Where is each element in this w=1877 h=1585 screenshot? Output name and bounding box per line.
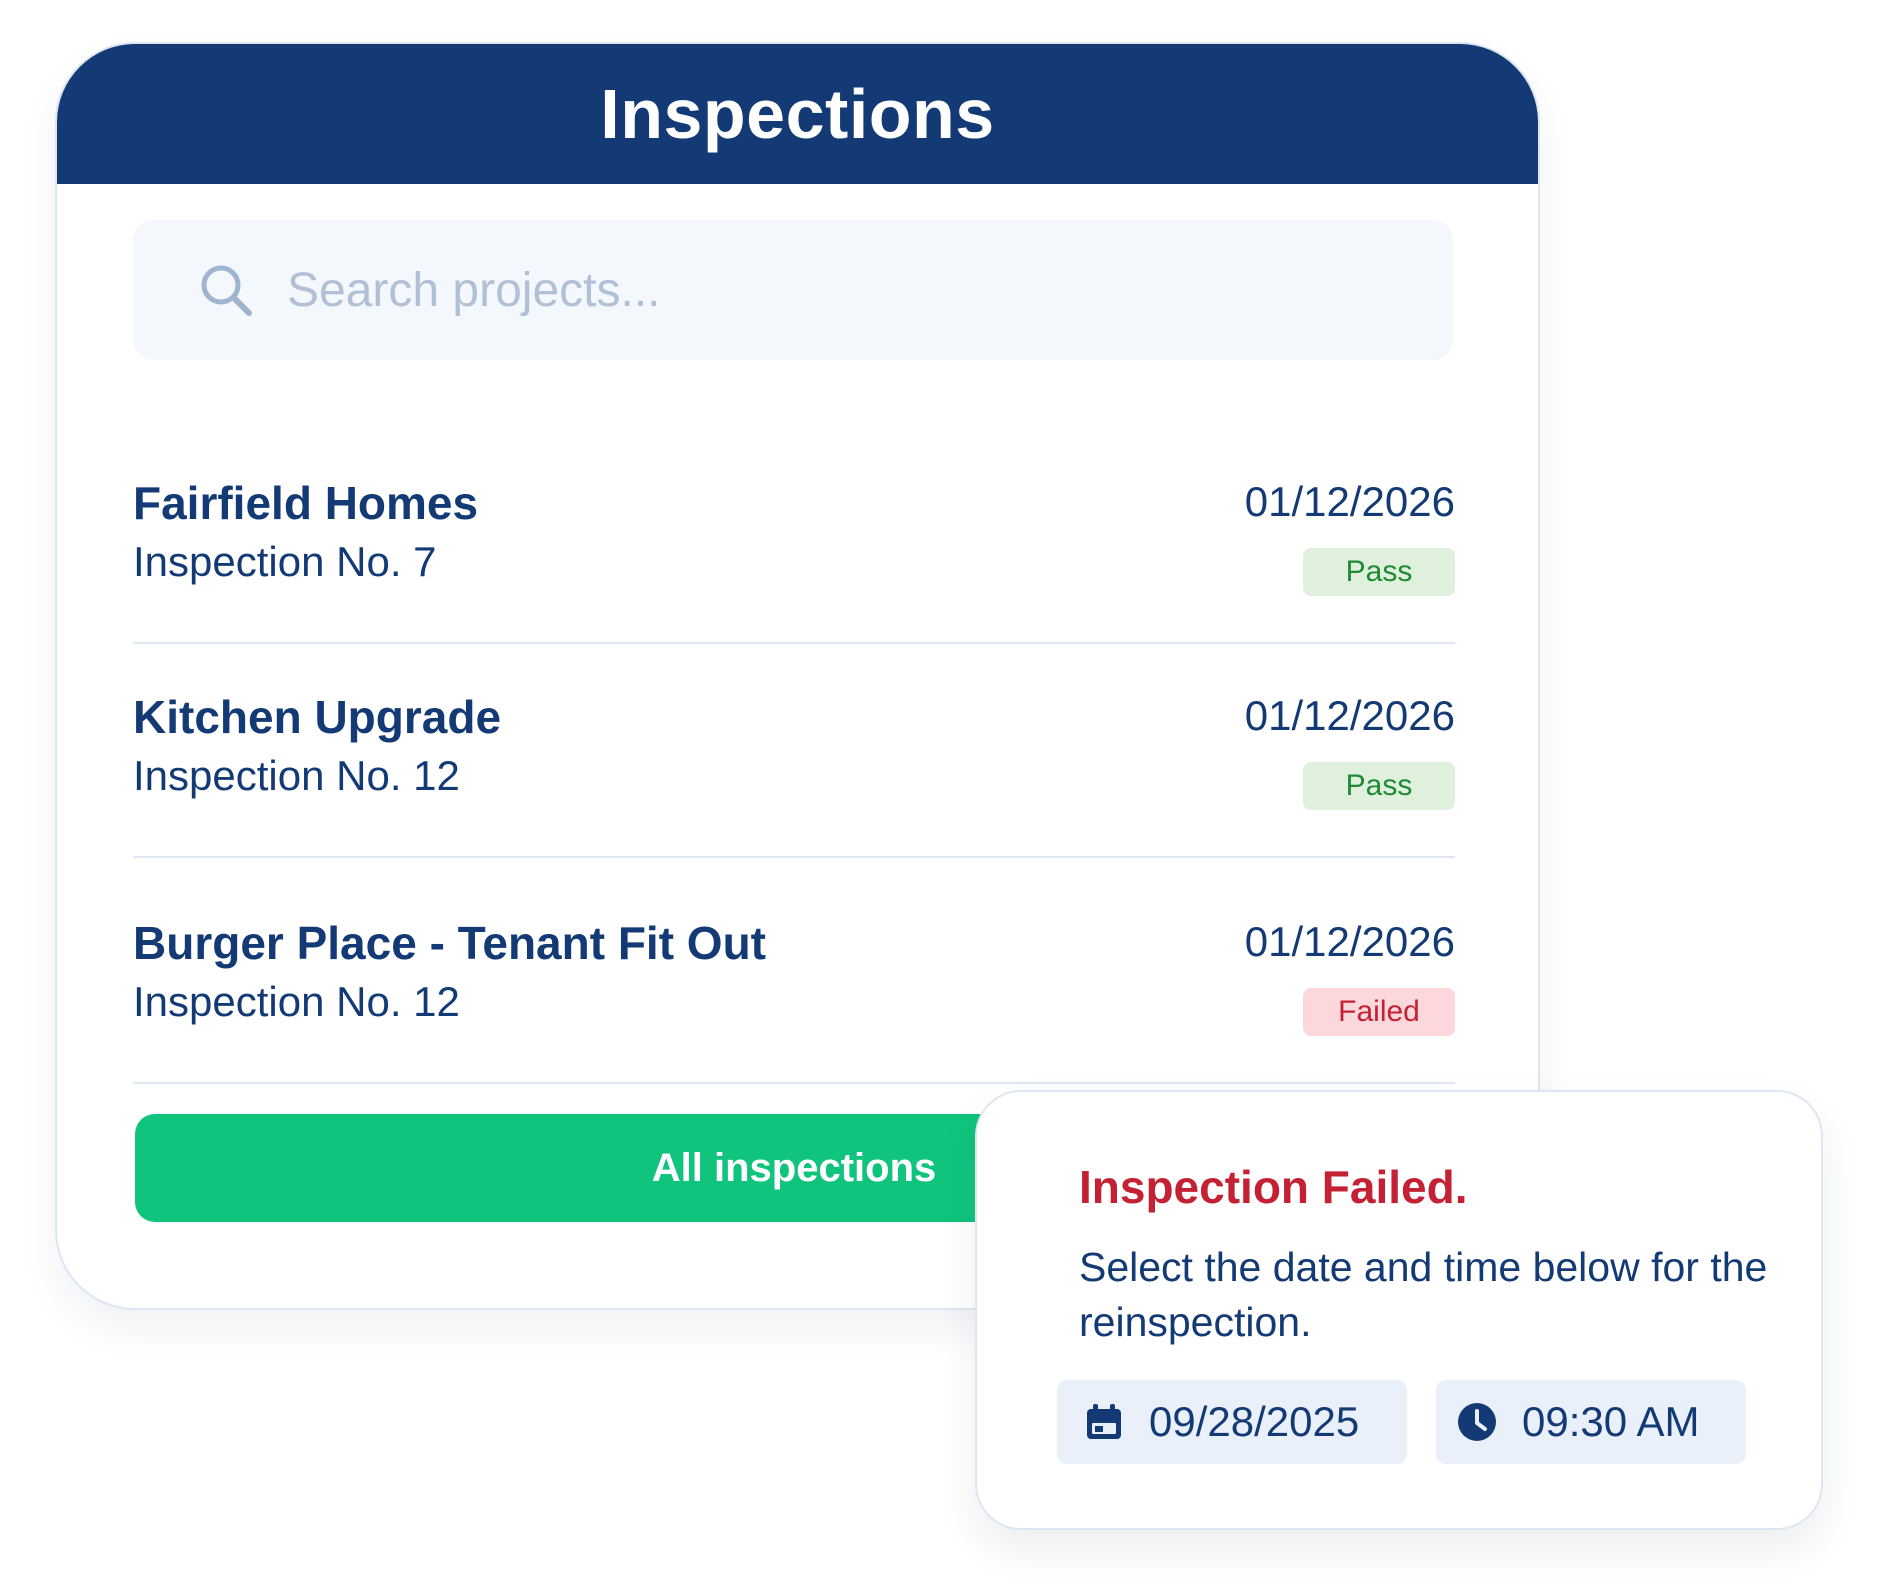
time-value: 09:30 AM xyxy=(1522,1398,1700,1445)
search-icon xyxy=(197,261,255,319)
inspection-date: 01/12/2026 xyxy=(1244,918,1455,965)
list-item[interactable]: Fairfield Homes Inspection No. 7 01/12/2… xyxy=(133,430,1455,644)
status-badge: Pass xyxy=(1303,762,1455,810)
card-header: Inspections xyxy=(57,44,1538,184)
list-item[interactable]: Burger Place - Tenant Fit Out Inspection… xyxy=(133,870,1455,1084)
calendar-icon xyxy=(1083,1401,1125,1443)
popup-message: Select the date and time below for the r… xyxy=(1079,1244,1768,1345)
date-value: 09/28/2025 xyxy=(1149,1398,1360,1445)
popup-title: Inspection Failed. xyxy=(1079,1161,1468,1213)
inspection-number: Inspection No. 12 xyxy=(133,978,460,1025)
status-badge: Pass xyxy=(1303,548,1455,596)
inspection-date: 01/12/2026 xyxy=(1244,692,1455,739)
project-name: Burger Place - Tenant Fit Out xyxy=(133,917,766,969)
page-title: Inspections xyxy=(600,75,995,153)
search-bar[interactable] xyxy=(133,220,1453,360)
inspection-failed-popup: Inspection Failed. Select the date and t… xyxy=(975,1090,1823,1530)
date-picker[interactable]: 09/28/2025 xyxy=(1057,1380,1407,1464)
status-badge: Failed xyxy=(1303,988,1455,1036)
clock-icon xyxy=(1456,1401,1498,1443)
search-input[interactable] xyxy=(285,249,1389,331)
inspection-date: 01/12/2026 xyxy=(1244,478,1455,525)
list-item[interactable]: Kitchen Upgrade Inspection No. 12 01/12/… xyxy=(133,644,1455,858)
time-picker[interactable]: 09:30 AM xyxy=(1436,1380,1746,1464)
project-name: Kitchen Upgrade xyxy=(133,691,502,743)
inspection-number: Inspection No. 7 xyxy=(133,538,437,585)
inspection-number: Inspection No. 12 xyxy=(133,752,460,799)
project-name: Fairfield Homes xyxy=(133,477,479,529)
